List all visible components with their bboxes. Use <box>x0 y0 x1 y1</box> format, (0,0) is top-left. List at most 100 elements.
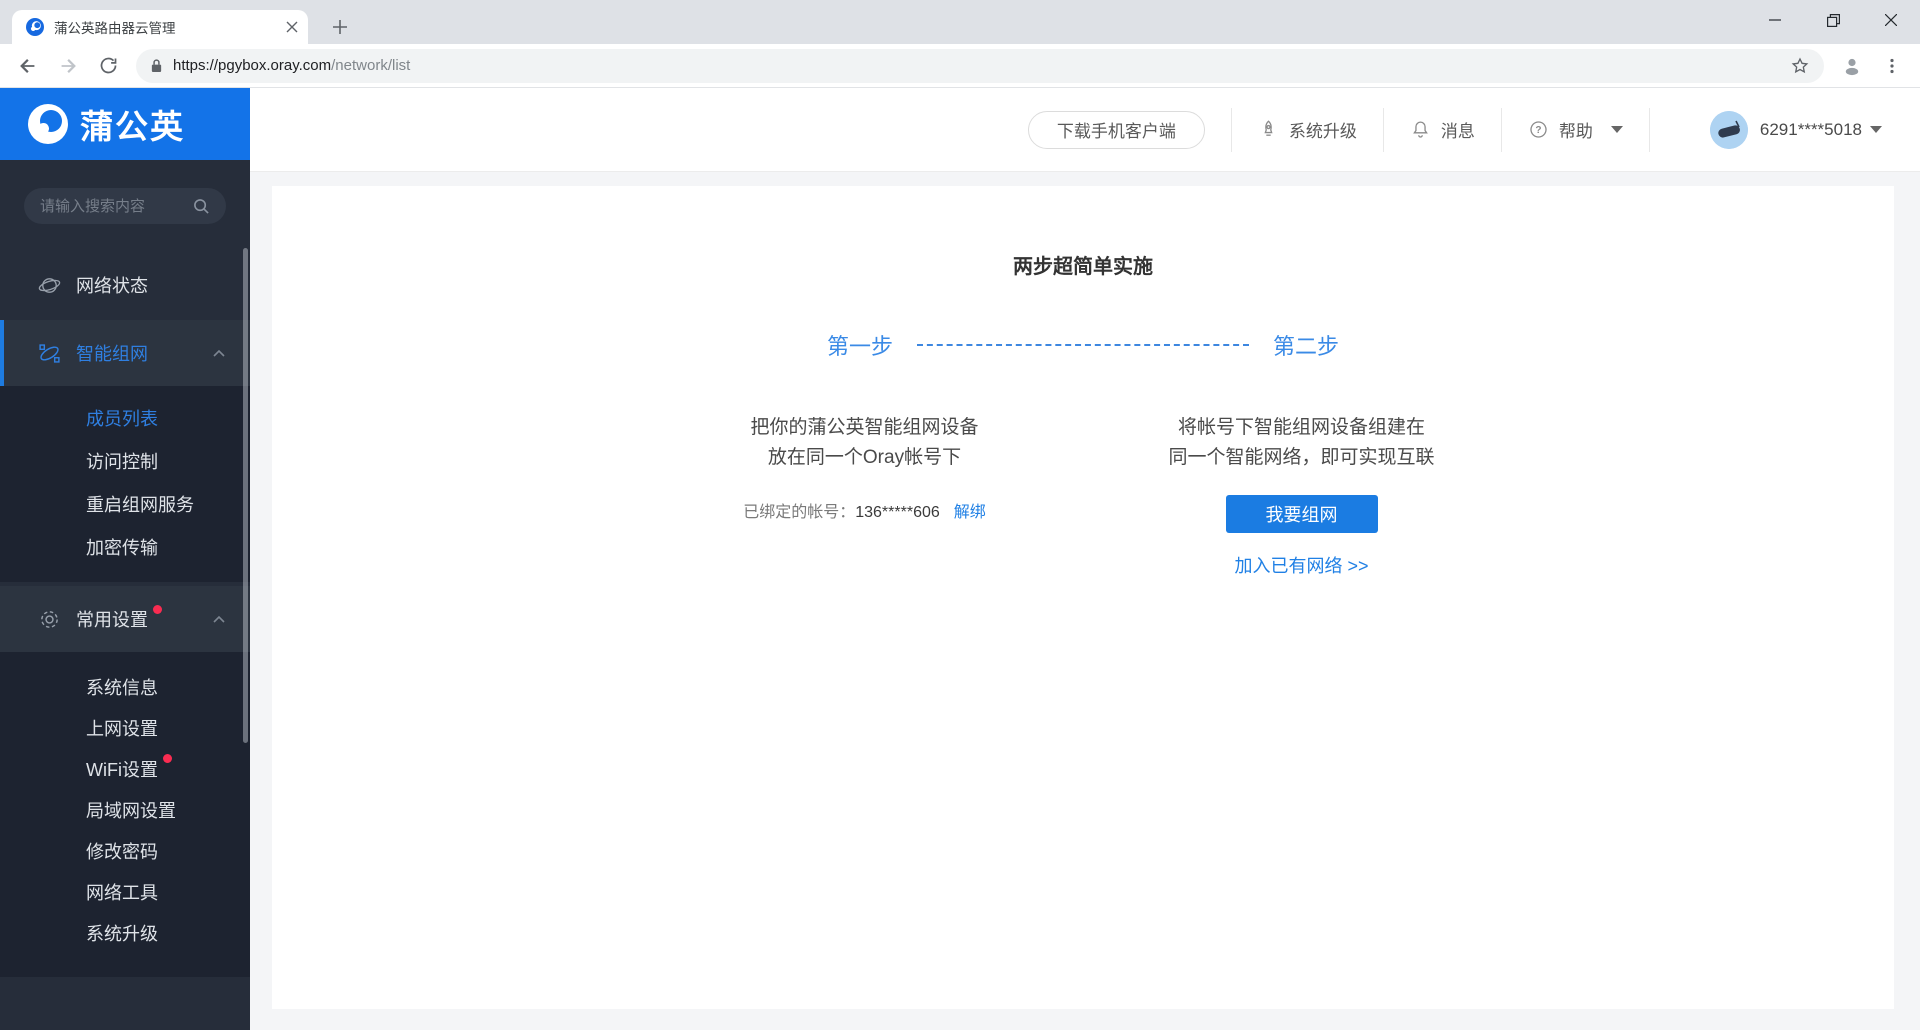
sidebar-nav: 网络状态 智能组网 成员列表 访问控制 重启组网服务 加密传输 <box>0 262 250 977</box>
ssl-lock-icon[interactable] <box>150 58 163 73</box>
new-badge-dot <box>163 754 172 763</box>
sidebar-scrollbar[interactable] <box>243 248 248 743</box>
smart-network-icon <box>38 342 62 365</box>
sidebar-section-smart-network[interactable]: 智能组网 <box>0 320 250 386</box>
forward-button[interactable] <box>51 49 85 83</box>
browser-tab[interactable]: 蒲公英路由器云管理 <box>12 10 308 44</box>
window-close-button[interactable] <box>1862 0 1920 40</box>
create-network-button[interactable]: 我要组网 <box>1226 495 1378 533</box>
caret-down-icon <box>1611 126 1623 133</box>
common-settings-submenu: 系统信息 上网设置 WiFi设置 局域网设置 修改密码 网络工具 系统升级 <box>0 652 250 977</box>
account-avatar <box>1710 111 1748 149</box>
step2-label: 第二步 <box>1273 329 1339 361</box>
search-icon[interactable] <box>193 198 210 215</box>
sidebar-item-system-upgrade[interactable]: 系统升级 <box>0 912 250 953</box>
browser-toolbar: https://pgybox.oray.com/network/list <box>0 44 1920 88</box>
header-divider <box>1231 108 1232 152</box>
step1-desc-line2: 放在同一个Oray帐号下 <box>646 443 1083 473</box>
address-bar[interactable]: https://pgybox.oray.com/network/list <box>136 49 1824 83</box>
app-logo[interactable]: 蒲公英 <box>0 88 250 160</box>
sidebar-item-wifi-settings[interactable]: WiFi设置 <box>0 748 250 789</box>
sidebar-item-restart-network-service[interactable]: 重启组网服务 <box>0 482 250 525</box>
messages-button[interactable]: 消息 <box>1410 117 1475 142</box>
sidebar-item-system-info[interactable]: 系统信息 <box>0 666 250 707</box>
sidebar-item-internet-settings[interactable]: 上网设置 <box>0 707 250 748</box>
system-upgrade-button[interactable]: 系统升级 <box>1258 117 1357 142</box>
help-menu-button[interactable]: ? 帮助 <box>1528 117 1623 142</box>
page-title: 两步超简单实施 <box>272 186 1894 279</box>
logo-text: 蒲公英 <box>80 100 185 148</box>
globe-icon <box>38 274 62 297</box>
favicon-icon <box>26 18 44 36</box>
step1-desc-line1: 把你的蒲公英智能组网设备 <box>646 413 1083 443</box>
step1-label: 第一步 <box>827 329 893 361</box>
sidebar-item-network-tools[interactable]: 网络工具 <box>0 871 250 912</box>
join-existing-network-link[interactable]: 加入已有网络 >> <box>1234 551 1368 581</box>
window-restore-button[interactable] <box>1804 0 1862 40</box>
url-path: /network/list <box>331 57 410 74</box>
smart-network-submenu: 成员列表 访问控制 重启组网服务 加密传输 <box>0 386 250 582</box>
sidebar-item-encrypted-transfer[interactable]: 加密传输 <box>0 525 250 568</box>
step2-desc-line2: 同一个智能网络，即可实现互联 <box>1083 443 1520 473</box>
search-input[interactable] <box>40 198 193 215</box>
window-controls <box>1746 0 1920 40</box>
window-minimize-button[interactable] <box>1746 0 1804 40</box>
step2-desc-line1: 将帐号下智能组网设备组建在 <box>1083 413 1520 443</box>
dandelion-logo-icon <box>28 104 68 144</box>
page: 蒲公英 网络状态 智能组网 <box>0 88 1920 1030</box>
url-host: https://pgybox.oray.com <box>173 57 331 74</box>
bell-icon <box>1410 119 1431 140</box>
sidebar: 蒲公英 网络状态 智能组网 <box>0 88 250 1030</box>
account-id: 6291****5018 <box>1760 120 1862 140</box>
header-divider <box>1501 108 1502 152</box>
tab-close-icon[interactable] <box>286 21 298 33</box>
download-mobile-client-button[interactable]: 下载手机客户端 <box>1028 111 1205 149</box>
sidebar-item-label: 网络状态 <box>76 272 148 298</box>
browser-menu-icon[interactable] <box>1875 49 1909 83</box>
sidebar-search <box>24 188 226 224</box>
sidebar-item-change-password[interactable]: 修改密码 <box>0 830 250 871</box>
step1-column: 把你的蒲公英智能组网设备 放在同一个Oray帐号下 已绑定的帐号：136****… <box>646 413 1083 582</box>
chevron-up-icon[interactable] <box>212 614 226 624</box>
reload-button[interactable] <box>91 49 125 83</box>
sidebar-item-access-control[interactable]: 访问控制 <box>0 439 250 482</box>
tab-title: 蒲公英路由器云管理 <box>54 17 286 37</box>
top-header: 下载手机客户端 系统升级 消息 ? 帮助 6291****5018 <box>250 88 1920 172</box>
new-badge-dot <box>153 605 162 614</box>
bookmark-star-icon[interactable] <box>1790 56 1810 76</box>
sidebar-item-label: WiFi设置 <box>86 756 158 782</box>
unbind-link[interactable]: 解绑 <box>954 504 986 521</box>
header-divider <box>1383 108 1384 152</box>
rocket-icon <box>1258 119 1279 140</box>
sidebar-section-label: 常用设置 <box>76 606 148 632</box>
svg-text:?: ? <box>1535 125 1541 136</box>
step-dashed-connector <box>917 344 1249 346</box>
bound-account-row: 已绑定的帐号：136*****606 解绑 <box>646 503 1083 523</box>
chevron-up-icon[interactable] <box>212 348 226 358</box>
help-label: 帮助 <box>1559 117 1593 142</box>
account-menu-button[interactable]: 6291****5018 <box>1710 111 1882 149</box>
system-upgrade-label: 系统升级 <box>1289 117 1357 142</box>
steps-row: 第一步 第二步 <box>827 329 1339 361</box>
url-text[interactable]: https://pgybox.oray.com/network/list <box>173 57 410 74</box>
sidebar-item-member-list[interactable]: 成员列表 <box>0 396 250 439</box>
main-content: 两步超简单实施 第一步 第二步 把你的蒲公英智能组网设备 放在同一个Oray帐号… <box>250 172 1920 1030</box>
back-button[interactable] <box>11 49 45 83</box>
help-icon: ? <box>1528 119 1549 140</box>
bound-account-label: 已绑定的帐号： <box>743 504 855 521</box>
sidebar-item-lan-settings[interactable]: 局域网设置 <box>0 789 250 830</box>
messages-label: 消息 <box>1441 117 1475 142</box>
new-tab-button[interactable] <box>326 13 354 41</box>
bound-account-value: 136*****606 <box>855 504 940 521</box>
steps-columns: 把你的蒲公英智能组网设备 放在同一个Oray帐号下 已绑定的帐号：136****… <box>272 413 1894 582</box>
step2-column: 将帐号下智能组网设备组建在 同一个智能网络，即可实现互联 我要组网 加入已有网络… <box>1083 413 1520 582</box>
sidebar-section-label: 智能组网 <box>76 340 148 366</box>
gear-icon <box>38 608 62 631</box>
profile-icon[interactable] <box>1835 49 1869 83</box>
caret-down-icon <box>1870 126 1882 133</box>
setup-card: 两步超简单实施 第一步 第二步 把你的蒲公英智能组网设备 放在同一个Oray帐号… <box>272 186 1894 1009</box>
browser-tabstrip: 蒲公英路由器云管理 <box>0 0 1920 44</box>
header-divider <box>1649 108 1650 152</box>
sidebar-section-common-settings[interactable]: 常用设置 <box>0 586 250 652</box>
sidebar-item-network-status[interactable]: 网络状态 <box>0 262 250 308</box>
